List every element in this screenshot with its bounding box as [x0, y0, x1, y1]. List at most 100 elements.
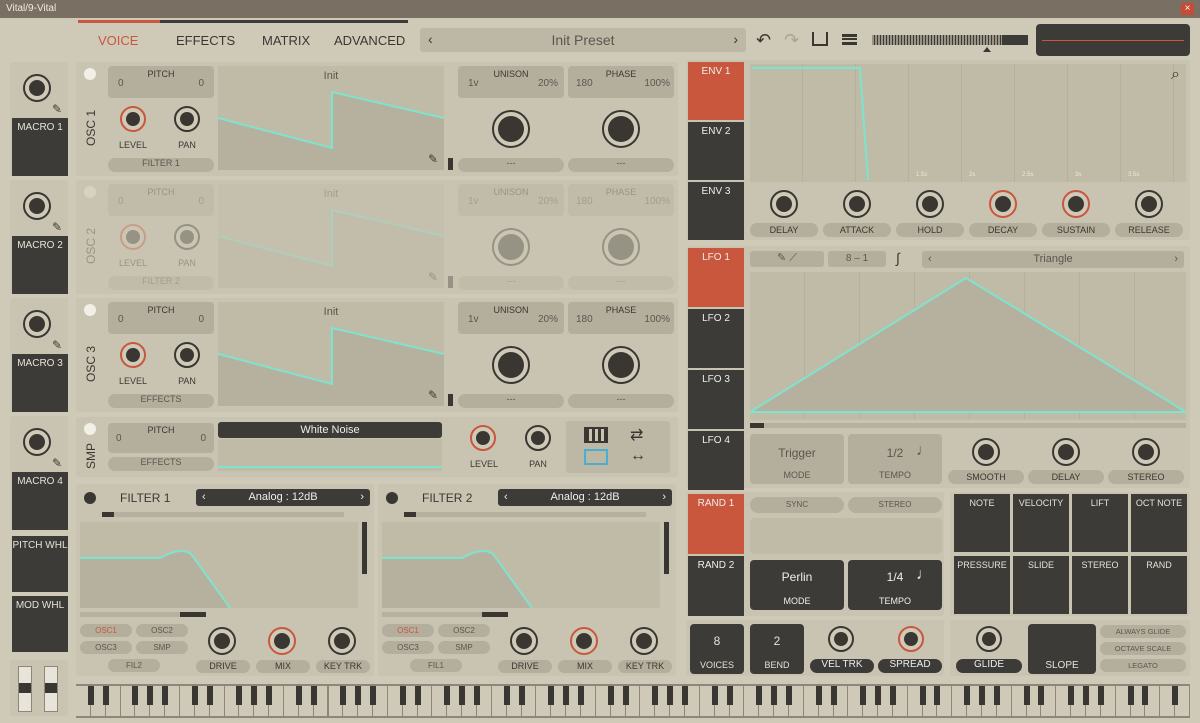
- osc-phase-select[interactable]: ---: [568, 158, 674, 172]
- piano-key-black[interactable]: [1142, 686, 1149, 705]
- piano-key-black[interactable]: [444, 686, 451, 705]
- env-tab[interactable]: ENV 2: [688, 122, 744, 180]
- piano-key-black[interactable]: [266, 686, 273, 705]
- menu-icon[interactable]: [842, 34, 857, 45]
- osc-phase-knob[interactable]: [602, 346, 640, 384]
- osc-phase[interactable]: 180 PHASE 100%: [568, 184, 674, 216]
- piano-key-black[interactable]: [1038, 686, 1045, 705]
- pencil-icon[interactable]: ✎: [52, 338, 62, 352]
- piano-key-black[interactable]: [251, 686, 258, 705]
- keytrack-icon[interactable]: [584, 427, 608, 443]
- piano-key-black[interactable]: [1097, 686, 1104, 705]
- lfo-knob[interactable]: [972, 438, 1000, 466]
- piano-key-black[interactable]: [459, 686, 466, 705]
- filter-blend-slider[interactable]: [102, 512, 344, 517]
- mod-source[interactable]: STEREO: [1072, 556, 1128, 614]
- osc-unison[interactable]: 1v UNISON 20%: [458, 184, 564, 216]
- piano-key-black[interactable]: [1172, 686, 1179, 705]
- osc-pan-knob[interactable]: [174, 106, 200, 132]
- lfo-shape-selector[interactable]: ‹ Triangle ›: [922, 251, 1184, 268]
- osc-pitch[interactable]: 0 PITCH 0: [108, 302, 214, 334]
- osc-wavetable[interactable]: Init 2D ✎: [218, 184, 444, 288]
- piano-key-black[interactable]: [162, 686, 169, 705]
- filter-src-osc1[interactable]: OSC1: [382, 624, 434, 637]
- sample-pan-knob[interactable]: [525, 425, 551, 451]
- piano-key-black[interactable]: [1127, 686, 1134, 705]
- filter-src-osc1[interactable]: OSC1: [80, 624, 132, 637]
- piano-key-black[interactable]: [875, 686, 882, 705]
- filter-drive-knob[interactable]: [510, 627, 538, 655]
- env-knob[interactable]: [770, 190, 798, 218]
- pencil-icon[interactable]: ✎: [428, 152, 438, 166]
- filter-keytrk-knob[interactable]: [630, 627, 658, 655]
- mod-source[interactable]: SLIDE: [1013, 556, 1069, 614]
- piano-key-black[interactable]: [102, 686, 109, 705]
- filter-vertical-slider[interactable]: [664, 522, 669, 574]
- mod-source[interactable]: RAND: [1131, 556, 1187, 614]
- mod-source[interactable]: VELOCITY: [1013, 494, 1069, 552]
- macro-knob[interactable]: [23, 310, 51, 338]
- osc-pitch[interactable]: 0 PITCH 0: [108, 66, 214, 98]
- filter-src-osc3[interactable]: OSC3: [80, 641, 132, 654]
- filter-drive-knob[interactable]: [208, 627, 236, 655]
- osc-phase[interactable]: 180 PHASE 100%: [568, 302, 674, 334]
- rand-sync-button[interactable]: SYNC: [750, 497, 844, 513]
- bounce-icon[interactable]: ↔: [630, 447, 646, 465]
- piano-key-black[interactable]: [681, 686, 688, 705]
- chevron-right-icon[interactable]: ›: [662, 489, 666, 506]
- piano-key-black[interactable]: [1083, 686, 1090, 705]
- piano-key-black[interactable]: [206, 686, 213, 705]
- tab-advanced[interactable]: ADVANCED: [334, 33, 405, 48]
- osc-unison-select[interactable]: ---: [458, 158, 564, 172]
- filter-blend-slider[interactable]: [404, 512, 646, 517]
- piano-key-black[interactable]: [815, 686, 822, 705]
- vel-trk-knob[interactable]: [828, 626, 854, 652]
- close-icon[interactable]: ×: [1181, 3, 1194, 15]
- piano-key-black[interactable]: [889, 686, 896, 705]
- tab-matrix[interactable]: MATRIX: [262, 33, 310, 48]
- glide-knob[interactable]: [976, 626, 1002, 652]
- piano-key-black[interactable]: [622, 686, 629, 705]
- filter-src-osc3[interactable]: OSC3: [382, 641, 434, 654]
- env-tab[interactable]: ENV 3: [688, 182, 744, 240]
- pencil-icon[interactable]: ✎: [52, 220, 62, 234]
- lfo-paint-button[interactable]: ✎ ⟋: [750, 251, 824, 267]
- osc-frame-slider[interactable]: [448, 394, 453, 406]
- piano-key-black[interactable]: [860, 686, 867, 705]
- envelope-graph[interactable]: ⌕ 1.5s 2s 2.5s 3s 3.5s: [750, 64, 1186, 182]
- pencil-icon[interactable]: ✎: [52, 102, 62, 116]
- chevron-left-icon[interactable]: ‹: [504, 489, 508, 506]
- filter-src-smp[interactable]: SMP: [136, 641, 188, 654]
- lfo-graph[interactable]: [750, 272, 1186, 420]
- lfo-knob[interactable]: [1132, 438, 1160, 466]
- rand-tab[interactable]: RAND 2: [688, 556, 744, 616]
- filter-power-toggle[interactable]: [84, 492, 96, 504]
- piano-key-black[interactable]: [785, 686, 792, 705]
- osc-frame-slider[interactable]: [448, 276, 453, 288]
- piano-key-black[interactable]: [132, 686, 139, 705]
- env-knob[interactable]: [1135, 190, 1163, 218]
- zoom-search-icon[interactable]: ⌕: [1171, 66, 1180, 84]
- osc-power-toggle[interactable]: [84, 68, 96, 80]
- wheel-slot[interactable]: MOD WHL: [12, 596, 68, 652]
- chevron-left-icon[interactable]: ‹: [928, 251, 932, 268]
- piano-key-black[interactable]: [414, 686, 421, 705]
- piano-key-black[interactable]: [295, 686, 302, 705]
- filter-src-osc2[interactable]: OSC2: [438, 624, 490, 637]
- osc-power-toggle[interactable]: [84, 186, 96, 198]
- mod-source[interactable]: OCT NOTE: [1131, 494, 1187, 552]
- macro-knob[interactable]: [23, 428, 51, 456]
- piano-key-black[interactable]: [518, 686, 525, 705]
- piano-key-black[interactable]: [726, 686, 733, 705]
- piano-key-black[interactable]: [1023, 686, 1030, 705]
- filter-cutoff-slider[interactable]: [382, 612, 508, 617]
- piano-key-black[interactable]: [993, 686, 1000, 705]
- sample-level-knob[interactable]: [470, 425, 496, 451]
- rand-tab[interactable]: RAND 1: [688, 494, 744, 554]
- mod-source[interactable]: NOTE: [954, 494, 1010, 552]
- lfo-knob[interactable]: [1052, 438, 1080, 466]
- piano-key-black[interactable]: [964, 686, 971, 705]
- volume-meter[interactable]: [872, 35, 1028, 45]
- osc-pan-knob[interactable]: [174, 224, 200, 250]
- filter-type-selector[interactable]: ‹ Analog : 12dB ›: [498, 489, 672, 506]
